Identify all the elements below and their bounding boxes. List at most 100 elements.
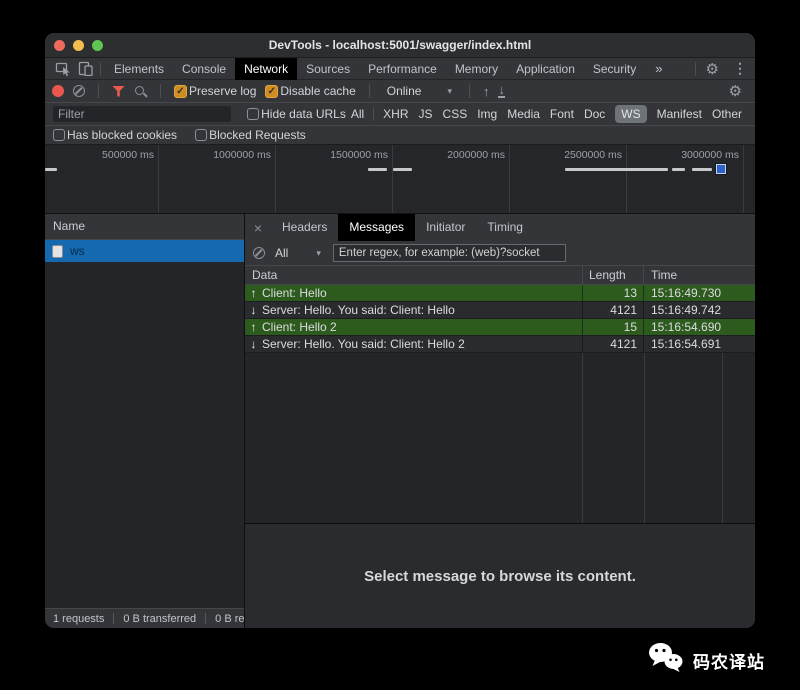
tab-elements[interactable]: Elements [105,58,173,80]
tab-timing[interactable]: Timing [476,214,534,241]
device-toolbar-icon[interactable] [74,58,96,80]
record-button[interactable] [52,85,64,97]
devtools-tabbar: Elements Console Network Sources Perform… [45,57,755,80]
tab-sources[interactable]: Sources [297,58,359,80]
filter-icon[interactable] [112,85,125,97]
blocked-filter-row: Has blocked cookies Blocked Requests [45,126,755,145]
network-toolbar: Preserve log Disable cache Online ▾ ↑ ↓ … [45,80,755,103]
timeline-gridline [275,145,276,213]
disable-cache-checkbox[interactable] [265,84,279,98]
page-background: DevTools - localhost:5001/swagger/index.… [0,0,800,690]
tab-network[interactable]: Network [235,57,298,80]
tab-messages[interactable]: Messages [338,214,416,241]
type-filter-xhr[interactable]: XHR [383,107,408,121]
network-main-area: Name ws 1 requests 0 B transferred 0 B r… [45,214,755,628]
divider [373,107,375,121]
timeline-gridline [743,145,744,213]
clear-icon[interactable] [73,85,85,97]
requests-panel: Name ws 1 requests 0 B transferred 0 B r… [45,214,245,628]
type-filter-js[interactable]: JS [419,107,433,121]
tab-headers[interactable]: Headers [271,214,338,241]
timeline-activity-bar [692,168,712,171]
divider [368,84,370,98]
message-preview-pane: Select message to browse its content. [245,523,755,628]
message-length: 4121 [582,302,643,318]
hide-data-urls-label: Hide data URLs [261,107,346,121]
throttling-value: Online [386,84,422,98]
timeline-gridline [158,145,159,213]
throttling-dropdown[interactable]: Online ▾ [383,84,456,98]
tab-security[interactable]: Security [584,58,645,80]
chevron-down-icon[interactable]: ▾ [316,248,321,259]
menu-dots-icon[interactable]: ⋮ [725,60,755,77]
more-tabs-chevron[interactable]: » [645,61,672,76]
column-header-time[interactable]: Time [643,266,755,284]
timeline-tick-label: 2000000 ms [447,149,505,161]
has-blocked-cookies-checkbox[interactable] [53,129,65,141]
message-row[interactable]: Client: Hello 13 15:16:49.730 [245,285,755,302]
type-filter-other[interactable]: Other [712,107,742,121]
column-divider [644,353,645,523]
requests-count: 1 requests [53,612,105,625]
clear-messages-icon[interactable] [253,247,265,259]
request-row-ws[interactable]: ws [45,240,244,262]
type-filter-manifest[interactable]: Manifest [657,107,702,121]
type-filter-font[interactable]: Font [550,107,574,121]
network-overview-timeline[interactable]: 500000 ms 1000000 ms 1500000 ms 2000000 … [45,145,755,214]
blocked-requests-checkbox[interactable] [195,129,208,141]
timeline-activity-bar [672,168,685,171]
messages-filter-row: All ▾ [245,241,755,266]
wechat-logo-icon [648,642,684,678]
type-filter-doc[interactable]: Doc [584,107,605,121]
preserve-log-checkbox[interactable] [174,84,187,98]
traffic-lights [54,40,103,51]
export-har-icon[interactable]: ↓ [498,83,505,98]
type-filter-css[interactable]: CSS [443,107,468,121]
type-filter-ws[interactable]: WS [615,105,647,123]
close-window-button[interactable] [54,40,65,51]
search-icon[interactable] [134,85,147,98]
column-header-length[interactable]: Length [582,266,643,284]
message-row[interactable]: Server: Hello. You said: Client: Hello 2… [245,336,755,353]
message-type-filter[interactable]: All [275,246,288,260]
message-regex-input[interactable] [332,244,566,262]
zoom-window-button[interactable] [92,40,103,51]
tab-performance[interactable]: Performance [359,58,446,80]
inspect-element-icon[interactable] [52,58,74,80]
request-name: ws [70,244,85,258]
window-titlebar: DevTools - localhost:5001/swagger/index.… [45,33,755,58]
tab-console[interactable]: Console [173,58,235,80]
message-row[interactable]: Server: Hello. You said: Client: Hello 4… [245,302,755,319]
type-filter-media[interactable]: Media [507,107,540,121]
disable-cache-group: Disable cache [265,84,356,98]
timeline-gridline [392,145,393,213]
sent-arrow-icon [245,285,262,301]
minimize-window-button[interactable] [73,40,84,51]
tab-initiator[interactable]: Initiator [415,214,476,241]
timeline-activity-bar [45,168,57,171]
tab-application[interactable]: Application [507,58,584,80]
received-arrow-icon [245,336,262,352]
type-filter-all[interactable]: All [351,107,364,121]
settings-gear-icon[interactable]: ⚙ [700,60,725,78]
tab-memory[interactable]: Memory [446,58,507,80]
timeline-activity-bar [565,168,668,171]
column-header-data[interactable]: Data [245,266,582,284]
name-column-header[interactable]: Name [45,214,244,240]
close-details-icon[interactable]: × [245,220,271,236]
import-har-icon[interactable]: ↑ [483,84,490,99]
sent-arrow-icon [245,319,262,335]
websocket-doc-icon [52,244,63,258]
type-filter-img[interactable]: Img [477,107,497,121]
hide-data-urls-checkbox[interactable] [247,108,260,120]
network-settings-gear-icon[interactable]: ⚙ [723,82,748,100]
divider [98,84,99,98]
timeline-tick-label: 1500000 ms [330,149,388,161]
chevron-down-icon: ▾ [447,85,452,96]
watermark: 码农译站 [648,642,765,678]
message-time: 15:16:54.691 [643,336,755,352]
preserve-log-group: Preserve log [174,84,256,98]
message-row[interactable]: Client: Hello 2 15 15:16:54.690 [245,319,755,336]
timeline-gridline [626,145,627,213]
filter-input[interactable] [53,106,232,122]
